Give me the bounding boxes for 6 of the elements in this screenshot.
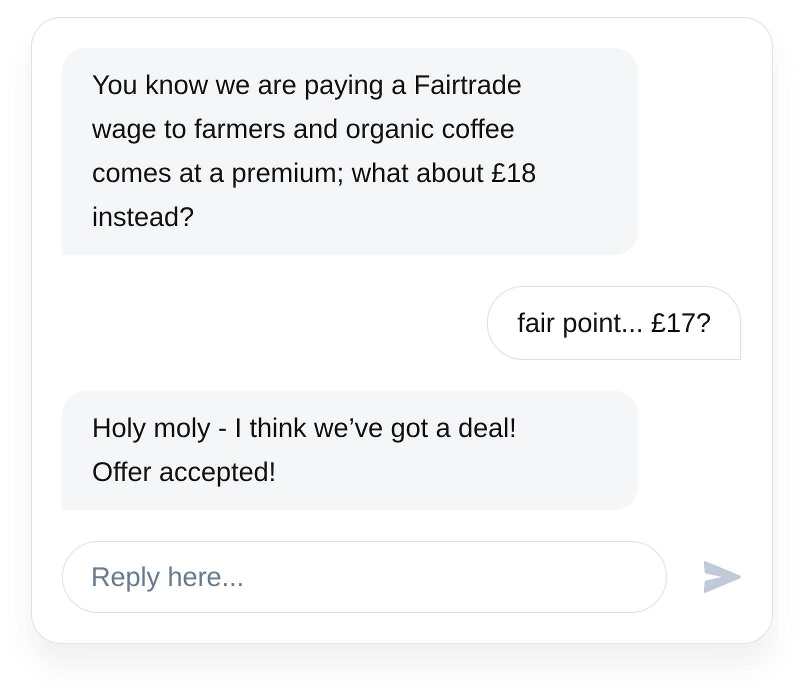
message-bubble: You know we are paying a Fairtrade wage to farmers and organic coffee comes at a premium; what about £18 instead?: [62, 48, 638, 255]
send-button[interactable]: [703, 561, 741, 593]
message-bubble: fair point... £17?: [487, 286, 741, 360]
send-icon: [703, 561, 741, 593]
reply-input-field[interactable]: Reply here...: [62, 541, 667, 613]
message-bubble: Holy moly - I think we’ve got a deal! Offer accepted!: [62, 391, 638, 510]
